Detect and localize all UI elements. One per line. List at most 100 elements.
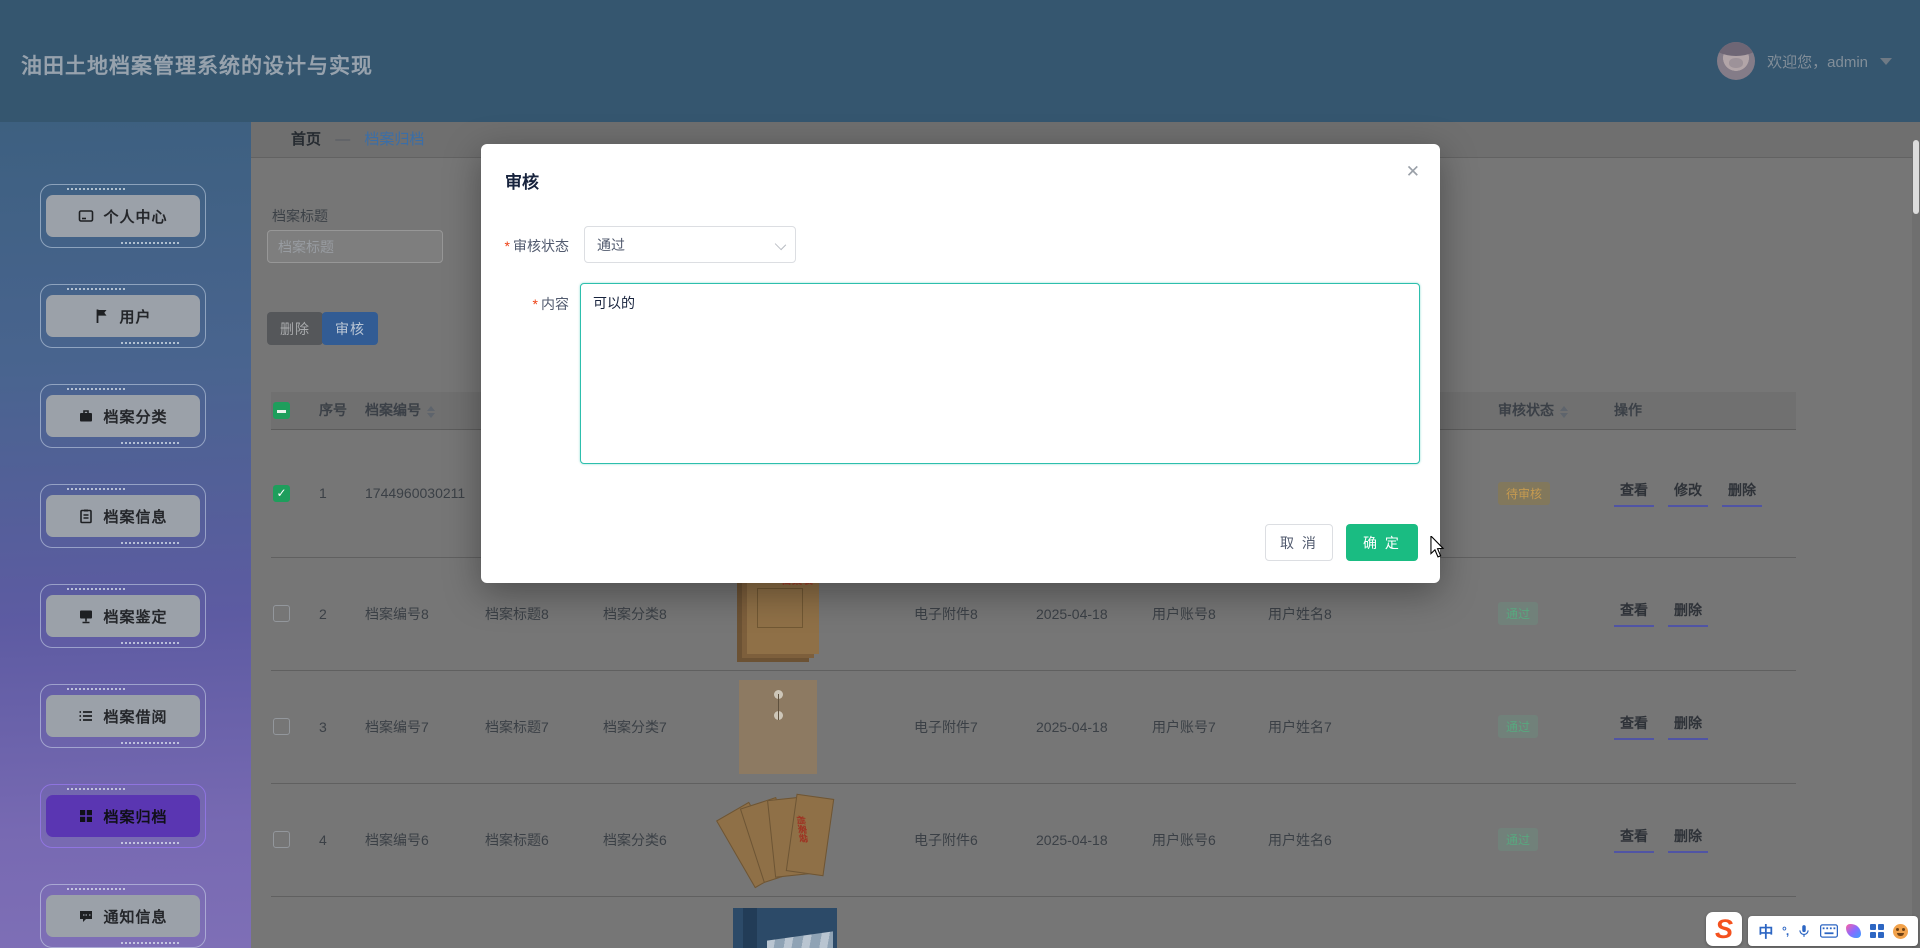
cell-image — [725, 670, 906, 783]
content-label: *内容 — [481, 294, 569, 314]
briefcase-icon — [78, 408, 94, 424]
cancel-button[interactable]: 取 消 — [1265, 524, 1333, 561]
emoji-icon[interactable] — [1893, 924, 1908, 939]
row-checkbox[interactable] — [273, 718, 290, 735]
action-link[interactable]: 删除 — [1668, 713, 1708, 740]
sidebar: 个人中心用户档案分类档案信息档案鉴定档案借阅档案归档通知信息 — [0, 122, 251, 948]
cell-index — [311, 896, 357, 948]
confirm-button[interactable]: 确 定 — [1346, 524, 1418, 561]
flag-icon — [94, 308, 110, 324]
sidebar-item-4[interactable]: 档案信息 — [40, 484, 206, 548]
review-modal: 审核 ✕ *审核状态 通过 *内容 可以的 取 消 确 定 — [481, 144, 1440, 583]
cell-name: 用户姓名6 — [1260, 783, 1376, 896]
search-label: 档案标题 — [272, 206, 328, 226]
cell-code: 档案编号7 — [357, 670, 477, 783]
punctuation-icon[interactable]: °, — [1782, 924, 1788, 938]
cabinet-photo-image — [733, 908, 837, 948]
action-link[interactable]: 删除 — [1668, 600, 1708, 627]
table-row-5 — [271, 896, 1796, 948]
action-link[interactable]: 查看 — [1614, 480, 1654, 507]
cell-date — [1028, 896, 1144, 948]
review-button[interactable]: 审核 — [322, 312, 378, 345]
col-header-index: 序号 — [311, 392, 357, 429]
breadcrumb-current[interactable]: 档案归档 — [364, 131, 424, 148]
row-checkbox[interactable]: ✓ — [273, 485, 290, 502]
scrollbar-thumb[interactable] — [1913, 140, 1919, 214]
row-checkbox[interactable] — [273, 605, 290, 622]
cell-date: 2025-04-18 — [1028, 783, 1144, 896]
status-badge: 通过 — [1498, 715, 1538, 738]
action-link[interactable]: 查看 — [1614, 600, 1654, 627]
cell-title: 档案标题7 — [477, 670, 595, 783]
sogou-ime-tile[interactable]: S — [1706, 912, 1742, 946]
cell-checkbox: ✓ — [271, 429, 311, 557]
chinese-mode-icon[interactable]: 中 — [1758, 921, 1773, 942]
sidebar-item-7[interactable]: 档案归档 — [40, 784, 206, 848]
keyboard-icon[interactable] — [1820, 924, 1838, 938]
grid-icon — [78, 808, 94, 824]
chevron-down-icon[interactable] — [1880, 58, 1892, 65]
sidebar-item-1[interactable]: 个人中心 — [40, 184, 206, 248]
required-asterisk: * — [533, 296, 538, 312]
cell-status: 通过 — [1490, 670, 1606, 783]
sidebar-item-label: 通知信息 — [103, 906, 167, 927]
action-link[interactable]: 删除 — [1722, 480, 1762, 507]
toolbox-grid-icon[interactable] — [1870, 924, 1884, 938]
sidebar-item-2[interactable]: 用户 — [40, 284, 206, 348]
required-asterisk: * — [505, 238, 510, 254]
action-link[interactable]: 查看 — [1614, 713, 1654, 740]
cell-code: 档案编号6 — [357, 783, 477, 896]
cell-category — [595, 896, 725, 948]
sidebar-item-5[interactable]: 档案鉴定 — [40, 584, 206, 648]
review-status-select[interactable]: 通过 — [584, 226, 796, 263]
cell-date: 2025-04-18 — [1028, 670, 1144, 783]
select-all-checkbox[interactable] — [273, 402, 290, 419]
cell-image: 档案袋 — [725, 783, 906, 896]
review-content-textarea[interactable]: 可以的 — [580, 283, 1420, 464]
action-link[interactable]: 修改 — [1668, 480, 1708, 507]
action-link[interactable]: 查看 — [1614, 826, 1654, 853]
sidebar-item-3[interactable]: 档案分类 — [40, 384, 206, 448]
breadcrumb-home[interactable]: 首页 — [291, 131, 321, 148]
sort-carets-icon[interactable] — [427, 406, 435, 418]
cell-category: 档案分类6 — [595, 783, 725, 896]
cell-checkbox — [271, 896, 311, 948]
review-status-label: *审核状态 — [481, 236, 569, 256]
cell-spacer — [1376, 670, 1490, 783]
cell-checkbox — [271, 783, 311, 896]
archive-bag-fan-image: 档案袋 — [733, 796, 845, 884]
avatar[interactable] — [1717, 42, 1755, 80]
status-badge: 通过 — [1498, 602, 1538, 625]
cell-actions: 查看修改删除 — [1606, 429, 1796, 557]
cell-status: 待审核 — [1490, 429, 1606, 557]
col-header-status[interactable]: 审核状态 — [1490, 392, 1606, 429]
skin-icon[interactable] — [1846, 924, 1861, 938]
delete-button[interactable]: 删除 — [267, 312, 323, 345]
archive-title-input[interactable] — [267, 230, 443, 263]
mouse-cursor — [1429, 536, 1445, 563]
status-badge: 待审核 — [1498, 482, 1550, 505]
row-checkbox[interactable] — [273, 831, 290, 848]
user-menu[interactable]: 欢迎您，admin — [1717, 42, 1892, 80]
cell-attachment — [906, 896, 1028, 948]
sidebar-item-label: 档案归档 — [103, 806, 167, 827]
sidebar-item-8[interactable]: 通知信息 — [40, 884, 206, 948]
sort-carets-icon[interactable] — [1560, 406, 1568, 418]
id-card-icon — [78, 208, 94, 224]
cell-index: 2 — [311, 557, 357, 670]
scrollbar[interactable] — [1912, 122, 1920, 948]
page: 油田土地档案管理系统的设计与实现 欢迎您，admin 个人中心用户档案分类档案信… — [0, 0, 1920, 948]
cell-code: 档案编号8 — [357, 557, 477, 670]
table-row-4: 4档案编号6档案标题6档案分类6档案袋电子附件62025-04-18用户账号6用… — [271, 783, 1796, 896]
list-icon — [78, 708, 94, 724]
cell-code — [357, 896, 477, 948]
col-header-code[interactable]: 档案编号 — [357, 392, 477, 429]
microphone-icon[interactable] — [1797, 923, 1811, 939]
app-header: 油田土地档案管理系统的设计与实现 欢迎您，admin — [0, 0, 1920, 122]
close-icon[interactable]: ✕ — [1406, 162, 1420, 182]
review-status-value: 通过 — [597, 235, 625, 255]
sidebar-item-label: 档案借阅 — [103, 706, 167, 727]
action-link[interactable]: 删除 — [1668, 826, 1708, 853]
sidebar-item-6[interactable]: 档案借阅 — [40, 684, 206, 748]
sogou-logo: S — [1715, 916, 1733, 943]
